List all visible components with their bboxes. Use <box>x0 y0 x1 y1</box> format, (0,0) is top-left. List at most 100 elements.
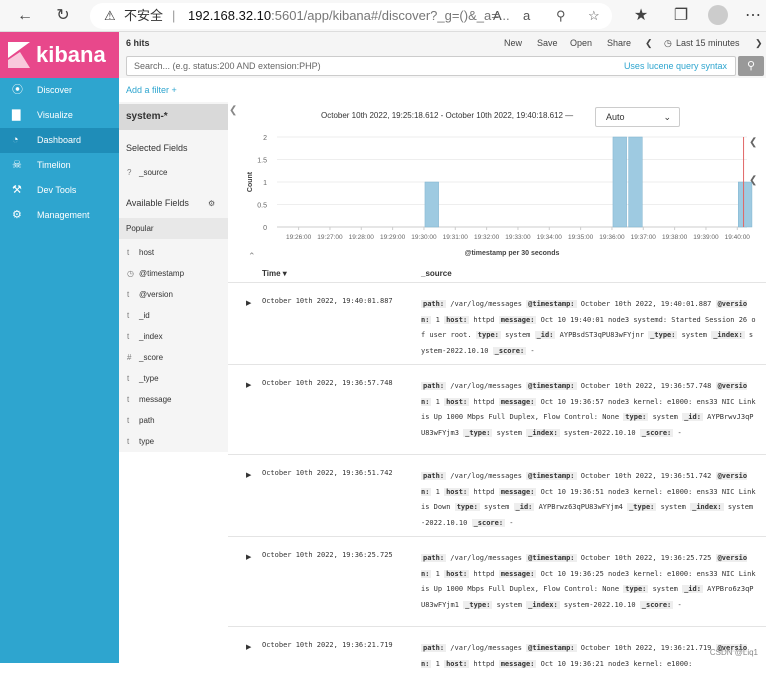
source-field-value: httpd <box>469 570 499 578</box>
source-field-key: _index: <box>690 503 724 511</box>
field-name: _score <box>139 347 163 368</box>
x-tick-label: 19:35:00 <box>568 234 594 241</box>
selected-fields-heading: Selected Fields <box>126 143 188 153</box>
time-forward-icon[interactable]: ❯ <box>755 38 763 49</box>
kibana-logo[interactable]: kibana <box>0 32 119 78</box>
sidebar-item-visualize[interactable]: ▇Visualize <box>0 103 119 128</box>
available-field-item[interactable]: thost <box>119 242 228 263</box>
source-field-value: 1 <box>431 660 444 668</box>
source-field-value: Oct 10 19:36:21 node3 kernel: e1000: <box>536 660 692 668</box>
address-bar[interactable]: ⚠ 不安全 | 192.168.32.10:5601/app/kibana#/d… <box>90 3 612 29</box>
source-field-value: system <box>480 503 514 511</box>
sidebar-item-label: Management <box>37 203 90 228</box>
search-button[interactable]: ⚲ <box>738 56 764 76</box>
available-field-item[interactable]: t_index <box>119 326 228 347</box>
source-field-key: type: <box>455 503 480 511</box>
y-axis-label: Count <box>247 171 254 192</box>
expand-row-icon[interactable]: ▶ <box>246 553 251 561</box>
selected-field-source[interactable]: ? _source <box>119 162 228 183</box>
open-button[interactable]: Open <box>570 38 592 48</box>
time-picker-button[interactable]: Last 15 minutes <box>676 38 740 48</box>
collapse-chart-icon[interactable]: ⌃ <box>248 251 256 262</box>
watermark-text: CSDN @Liq1 <box>710 648 758 657</box>
chart-options-icon[interactable]: ❮ <box>749 137 757 148</box>
time-back-icon[interactable]: ❮ <box>645 38 653 49</box>
source-field-value: httpd <box>469 660 499 668</box>
row-time: October 10th 2022, 19:36:25.725 <box>262 551 393 559</box>
sidebar-item-dev-tools[interactable]: ⚒Dev Tools <box>0 178 119 203</box>
collapse-sidebar-icon[interactable]: ❮ <box>229 105 239 115</box>
zoom-icon[interactable]: ⚲ <box>556 3 566 29</box>
reload-icon[interactable]: ↻ <box>52 5 74 27</box>
index-pattern-selector[interactable]: system-* <box>119 104 228 130</box>
sidebar-item-label: Dev Tools <box>37 178 76 203</box>
table-row[interactable]: ▶October 10th 2022, 19:36:21.719path: /v… <box>228 626 766 686</box>
available-field-item[interactable]: t_type <box>119 368 228 389</box>
save-button[interactable]: Save <box>537 38 558 48</box>
field-settings-gear-icon[interactable]: ⚙ <box>208 199 215 208</box>
available-field-item[interactable]: t@version <box>119 284 228 305</box>
field-type-icon: ? <box>127 162 131 183</box>
available-field-item[interactable]: t_id <box>119 305 228 326</box>
source-field-value: /var/log/messages <box>446 472 526 480</box>
sidebar-item-dashboard[interactable]: ◔Dashboard <box>0 128 119 153</box>
expand-row-icon[interactable]: ▶ <box>246 643 251 651</box>
browser-toolbar: ← ↻ ⚠ 不安全 | 192.168.32.10:5601/app/kiban… <box>0 0 766 32</box>
field-type-icon: t <box>127 242 129 263</box>
sidebar-item-discover[interactable]: ⦿Discover <box>0 78 119 103</box>
expand-row-icon[interactable]: ▶ <box>246 471 251 479</box>
histogram-bar <box>613 137 627 227</box>
source-field-key: _score: <box>640 601 674 609</box>
clock-icon: ◷ <box>664 38 672 49</box>
source-field-key: type: <box>623 413 648 421</box>
available-field-item[interactable]: ttype <box>119 431 228 452</box>
available-field-item[interactable]: #_score <box>119 347 228 368</box>
table-row[interactable]: ▶October 10th 2022, 19:40:01.887path: /v… <box>228 282 766 364</box>
source-field-value: system <box>677 331 711 339</box>
table-row[interactable]: ▶October 10th 2022, 19:36:25.725path: /v… <box>228 536 766 626</box>
search-row: Search... (e.g. status:200 AND extension… <box>119 54 766 78</box>
bar-chart-icon: ▇ <box>12 103 20 128</box>
available-field-item[interactable]: tpath <box>119 410 228 431</box>
popular-fields-label: Popular <box>119 218 228 239</box>
y-tick-label: 1 <box>263 180 267 187</box>
back-arrow-icon[interactable]: ← <box>14 5 36 27</box>
table-row[interactable]: ▶October 10th 2022, 19:36:57.748path: /v… <box>228 364 766 454</box>
x-tick-label: 19:31:00 <box>443 234 469 241</box>
table-row[interactable]: ▶October 10th 2022, 19:36:51.742path: /v… <box>228 454 766 536</box>
source-field-value: - <box>526 347 534 355</box>
search-input[interactable]: Search... (e.g. status:200 AND extension… <box>126 56 736 76</box>
source-field-key: _index: <box>526 429 560 437</box>
chart-legend-icon[interactable]: ❮ <box>749 175 757 186</box>
profile-avatar-icon[interactable] <box>708 5 728 25</box>
x-axis-label: @timestamp per 30 seconds <box>465 250 560 257</box>
kibana-sidebar: kibana ⦿Discover▇Visualize◔Dashboard☠Tim… <box>0 32 119 663</box>
translate-icon[interactable]: a <box>523 3 530 29</box>
favorite-add-icon[interactable]: ☆ <box>588 3 600 29</box>
lucene-syntax-link[interactable]: Uses lucene query syntax <box>624 57 727 75</box>
read-aloud-icon[interactable]: A <box>493 3 502 29</box>
available-field-item[interactable]: tmessage <box>119 389 228 410</box>
expand-row-icon[interactable]: ▶ <box>246 381 251 389</box>
source-field-value: system <box>492 601 526 609</box>
expand-row-icon[interactable]: ▶ <box>246 299 251 307</box>
collections-icon[interactable]: ❐ <box>670 5 692 27</box>
share-button[interactable]: Share <box>607 38 631 48</box>
x-tick-label: 19:33:00 <box>505 234 531 241</box>
source-field-key: message: <box>499 488 537 496</box>
column-header-time[interactable]: Time ▾ <box>262 269 287 278</box>
source-field-value: httpd <box>469 316 499 324</box>
source-field-key: _id: <box>535 331 556 339</box>
add-filter-link[interactable]: Add a filter + <box>126 85 177 95</box>
timelion-icon: ☠ <box>12 153 22 178</box>
favorites-icon[interactable]: ★ <box>630 5 652 27</box>
field-type-icon: t <box>127 410 129 431</box>
available-field-item[interactable]: ◷@timestamp <box>119 263 228 284</box>
sidebar-item-timelion[interactable]: ☠Timelion <box>0 153 119 178</box>
histogram-bar <box>629 137 643 227</box>
interval-select[interactable]: Auto ⌄ <box>595 107 680 127</box>
source-field-value: October 10th 2022, 19:36:57.748 <box>577 382 716 390</box>
new-button[interactable]: New <box>504 38 522 48</box>
more-menu-icon[interactable]: ⋯ <box>742 5 764 27</box>
sidebar-item-management[interactable]: ⚙Management <box>0 203 119 228</box>
